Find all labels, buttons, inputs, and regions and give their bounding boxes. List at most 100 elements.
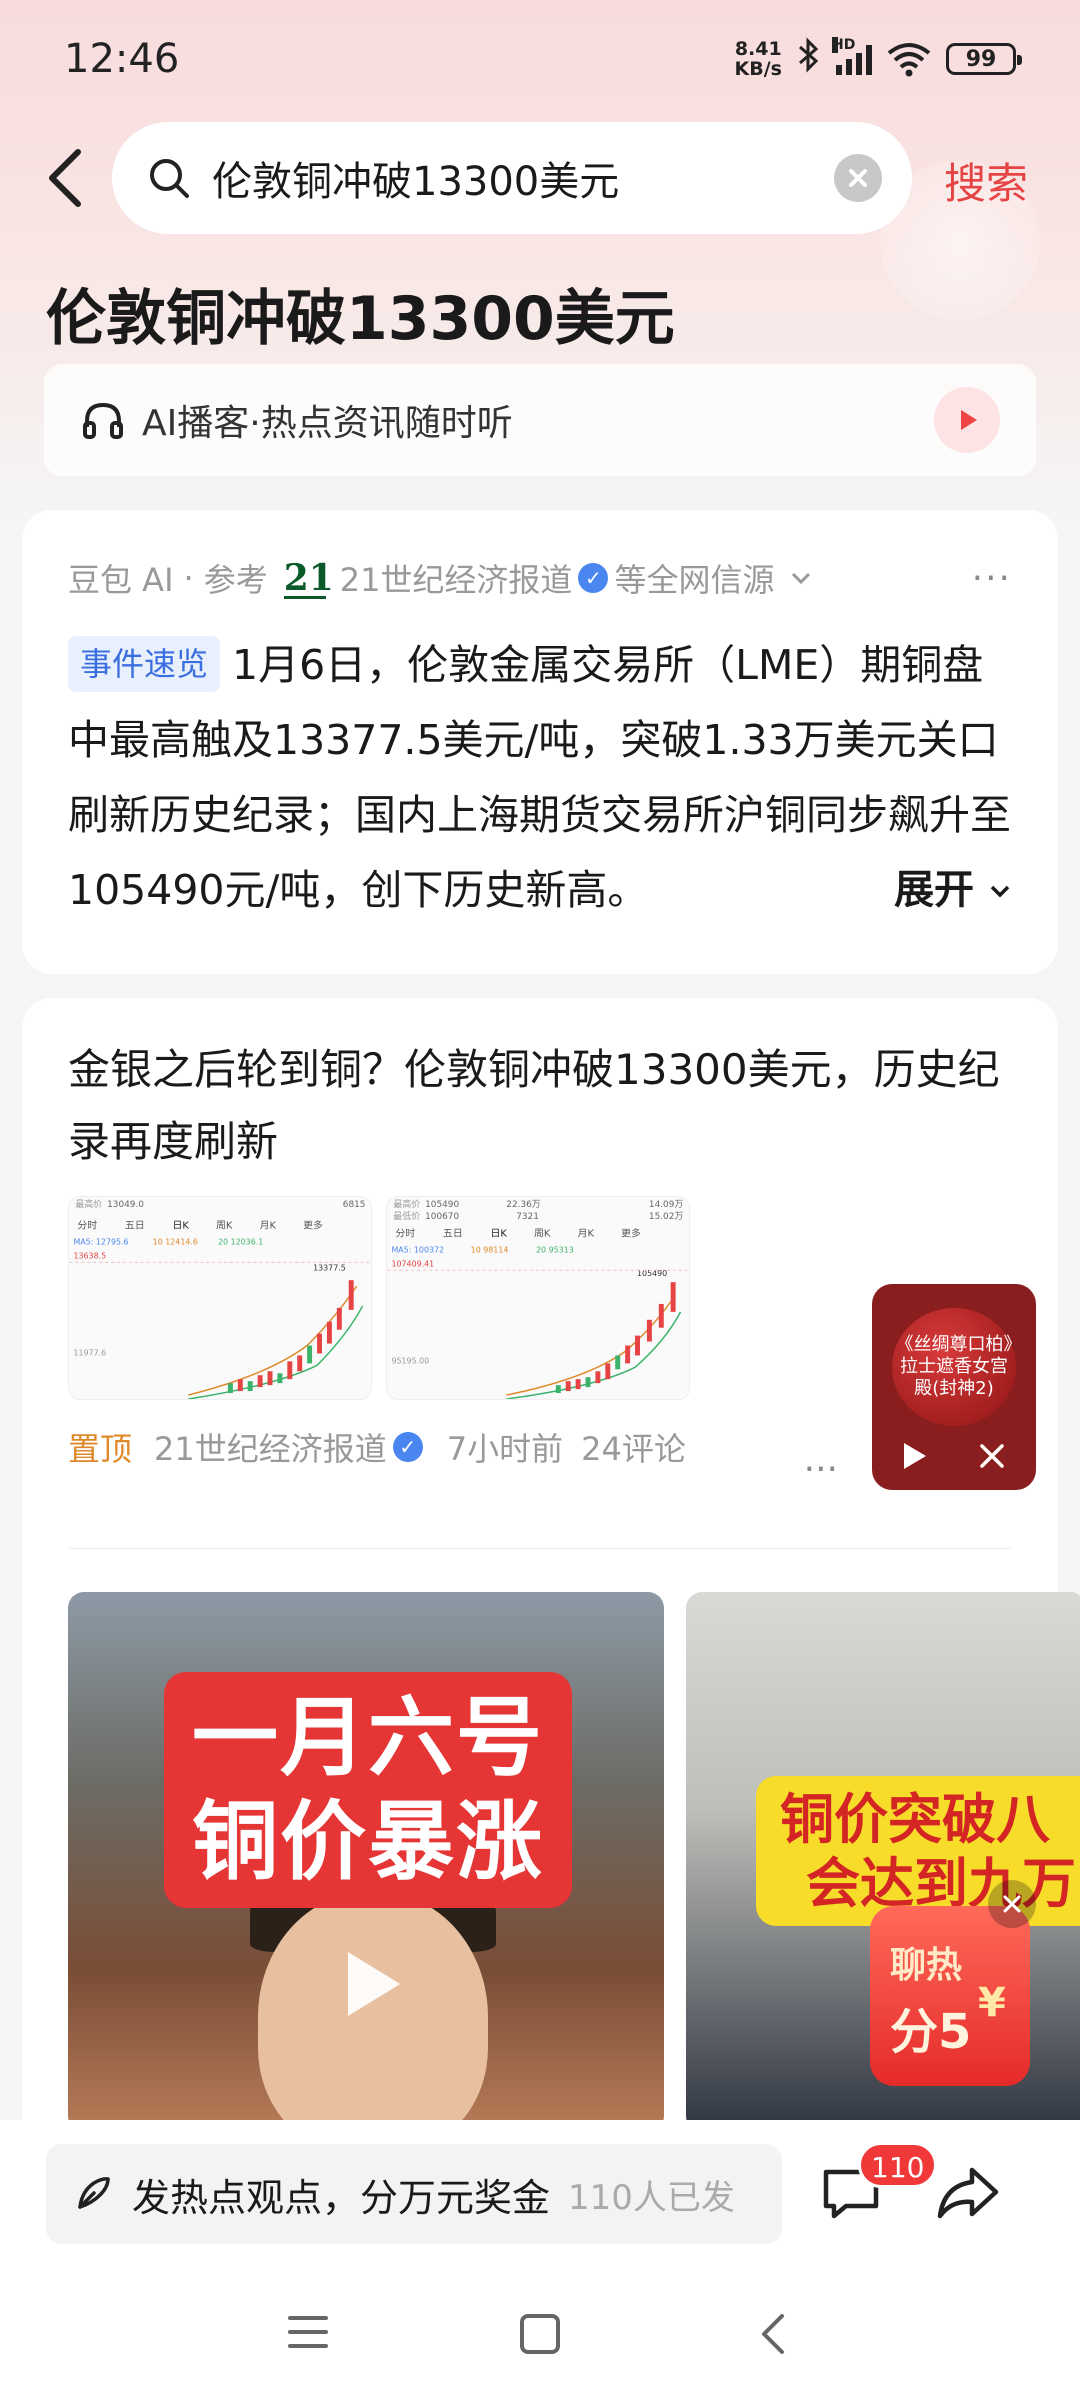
expand-label: 展开 (894, 867, 975, 913)
thumb1-right-val: 6815 (343, 1200, 366, 1210)
thumb1-peak: 13377.5 (313, 1263, 346, 1272)
chevron-down-icon[interactable] (788, 565, 814, 591)
share-icon[interactable] (934, 2160, 1002, 2226)
close-icon (1003, 1895, 1021, 1913)
pinned-tag: 置顶 (68, 1430, 133, 1468)
thumb1-ma20: 20 12036.1 (218, 1238, 263, 1247)
pen-icon (78, 2177, 110, 2209)
ai-summary-card[interactable]: 豆包 AI · 参考 21 21世纪经济报道 ✓ 等全网信源 ··· 事件速览 1… (22, 510, 1058, 974)
status-icons: 8.41 KB/s HD 99 (735, 36, 1022, 82)
reference-label: 参考 (203, 561, 268, 599)
comment-placeholder: 发热点观点，分万元奖金 (132, 2175, 551, 2220)
floating-mini-player[interactable]: 《丝绸尊口柏》拉士遮香女宫殿(封神2) (872, 1284, 1036, 1490)
thumb2-ma20: 20 95313 (536, 1245, 574, 1254)
more-options-icon[interactable]: ··· (804, 1449, 838, 1490)
battery-indicator: 99 (946, 43, 1022, 75)
thumb2-right1: 14.09万 (649, 1200, 683, 1210)
thumb2-row2-value: 100670 (425, 1212, 459, 1222)
mini-player-artwork: 《丝绸尊口柏》拉士遮香女宫殿(封神2) (892, 1308, 1016, 1426)
event-tag: 事件速览 (68, 636, 221, 692)
svg-text:更多: 更多 (621, 1227, 641, 1240)
svg-text:月K: 月K (578, 1228, 595, 1240)
close-icon[interactable] (976, 1440, 1008, 1472)
thumb1-tabs: 分时 五日 日K 周K 月K 更多 (77, 1219, 323, 1232)
mini-player-art-text: 《丝绸尊口柏》拉士遮香女宫殿(封神2) (895, 1334, 1013, 1399)
thumb2-row2-label: 最低价 (393, 1210, 420, 1222)
signal-icon: HD (832, 37, 872, 75)
search-button[interactable]: 搜索 (944, 150, 1028, 211)
thumb2-mid1: 22.36万 (506, 1200, 540, 1210)
participants-count: 110人已发 (568, 2177, 735, 2218)
status-bar: 12:46 8.41 KB/s HD 99 (0, 0, 1080, 118)
search-input[interactable]: 伦敦铜冲破13300美元 (112, 122, 912, 234)
news-source[interactable]: 21世纪经济报道 (154, 1424, 387, 1470)
thumb2-ma10: 10 98114 (471, 1245, 509, 1254)
nav-back-icon[interactable] (754, 2312, 794, 2356)
comment-count-badge: 110 (858, 2142, 938, 2188)
search-icon (150, 159, 189, 198)
news-comments[interactable]: 24评论 (581, 1424, 686, 1470)
svg-text:日K: 日K (172, 1221, 189, 1232)
search-query[interactable]: 伦敦铜冲破13300美元 (212, 149, 834, 207)
thumb1-row1-value: 13049.0 (107, 1200, 144, 1210)
source-name[interactable]: 21世纪经济报道 (340, 555, 573, 601)
svg-text:五日: 五日 (443, 1229, 463, 1240)
menu-icon[interactable] (286, 2312, 330, 2352)
more-options-icon[interactable]: ··· (972, 558, 1012, 599)
thumb1-ma5: MA5: 12795.6 (73, 1238, 128, 1247)
thumb2-top-price: 107409.41 (391, 1259, 434, 1268)
wifi-icon (887, 43, 931, 77)
play-icon[interactable] (330, 1944, 410, 2024)
news-meta: 置顶 21世纪经济报道 ✓ 7小时前 24评论 (68, 1424, 1012, 1470)
svg-text:周K: 周K (216, 1220, 233, 1232)
news-time: 7小时前 (446, 1430, 564, 1468)
news-title[interactable]: 金银之后轮到铜？伦敦铜冲破13300美元，历史纪录再度刷新 (68, 1034, 1012, 1178)
thumb2-mid2: 7321 (516, 1212, 539, 1222)
expand-button[interactable]: 展开 (854, 853, 1012, 928)
system-navigation-bar (0, 2272, 1080, 2400)
podcast-label: AI播客·热点资讯随时听 (142, 403, 513, 444)
source-suffix[interactable]: 等全网信源 (614, 555, 774, 601)
stock-chart-thumbnail-lme[interactable]: 最高价 13049.0 6815 分时 五日 日K 周K 月K 更多 MA5: … (68, 1196, 372, 1400)
svg-text:月K: 月K (260, 1220, 277, 1232)
video-banner: 一月六号 铜价暴涨 (164, 1672, 572, 1908)
red-packet-line2: 分5 (890, 2004, 972, 2060)
ai-summary-meta: 豆包 AI · 参考 21 21世纪经济报道 ✓ 等全网信源 ··· (68, 550, 1012, 606)
yuan-icon: ¥ (978, 1980, 1006, 2026)
divider (68, 1548, 1012, 1549)
svg-text:周K: 周K (534, 1228, 551, 1240)
network-speed: 8.41 KB/s (735, 39, 782, 79)
comment-input[interactable]: 发热点观点，分万元奖金 110人已发 (46, 2144, 782, 2244)
svg-text:分时: 分时 (77, 1220, 97, 1232)
signal-hd-label: HD (832, 37, 856, 53)
stock-chart-thumbnail-shfe[interactable]: 最高价 105490 22.36万 14.09万 最低价 100670 7321… (386, 1196, 690, 1400)
close-icon (849, 169, 867, 187)
thumb2-low-price: 95195.00 (391, 1356, 429, 1365)
clear-search-button[interactable] (834, 154, 882, 202)
svg-text:分时: 分时 (395, 1228, 415, 1240)
news-thumbnails[interactable]: 最高价 13049.0 6815 分时 五日 日K 周K 月K 更多 MA5: … (68, 1196, 1012, 1400)
thumb1-row1-label: 最高价 (75, 1198, 102, 1210)
play-icon[interactable] (898, 1440, 930, 1472)
red-packet-close-button[interactable] (988, 1880, 1036, 1928)
video-card[interactable]: 一月六号 铜价暴涨 (68, 1592, 664, 2132)
play-icon (961, 410, 977, 430)
thumb2-ma5: MA5: 100372 (391, 1245, 444, 1254)
svg-text:更多: 更多 (303, 1219, 323, 1232)
network-speed-unit: KB/s (734, 58, 782, 80)
video-banner-line1: 铜价突破八 (780, 1788, 1050, 1851)
ai-provider: 豆包 AI (68, 561, 174, 599)
source-logo-icon: 21 (283, 557, 334, 599)
back-arrow-icon[interactable] (38, 144, 98, 212)
red-packet-widget[interactable]: 聊热 分5 ¥ (870, 1906, 1030, 2086)
thumb1-low-price: 11977.6 (73, 1348, 106, 1357)
chevron-down-icon (990, 885, 1010, 898)
svg-text:五日: 五日 (125, 1221, 145, 1232)
podcast-play-button[interactable] (934, 387, 1000, 453)
thumb2-row1-value: 105490 (425, 1200, 459, 1210)
ai-podcast-bar[interactable]: AI播客·热点资讯随时听 (44, 364, 1036, 476)
thumb2-row1-label: 最高价 (393, 1198, 420, 1210)
home-icon[interactable] (518, 2312, 562, 2356)
bottom-action-bar: 发热点观点，分万元奖金 110人已发 110 (0, 2120, 1080, 2272)
thumb2-right2: 15.02万 (649, 1212, 683, 1222)
